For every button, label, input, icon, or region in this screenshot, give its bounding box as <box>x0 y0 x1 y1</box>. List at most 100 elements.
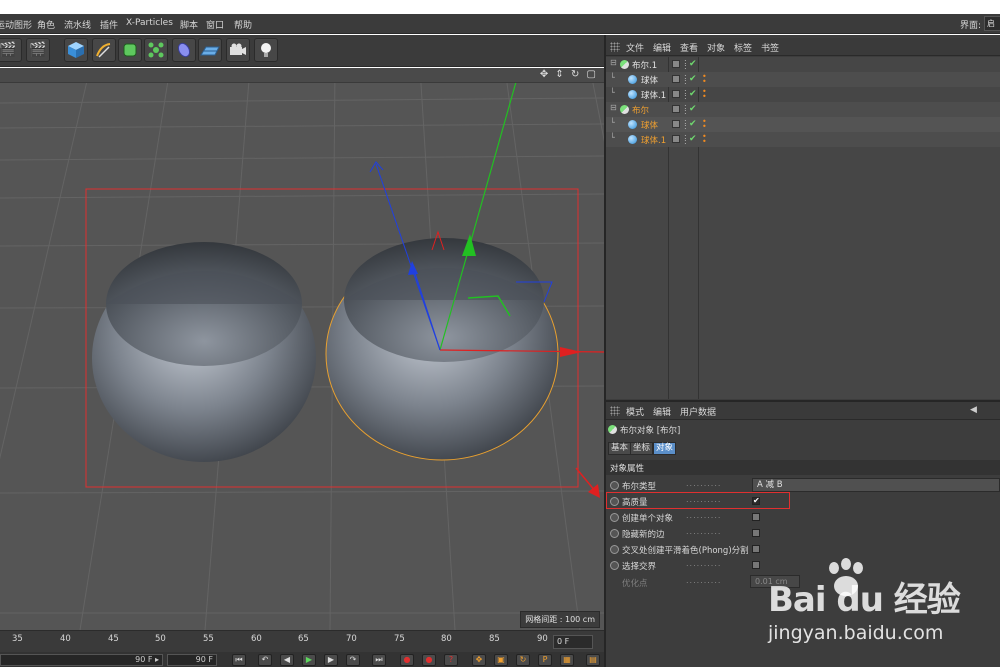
enabled-check-icon[interactable]: ✔ <box>689 119 697 129</box>
menu-x-particles[interactable]: X-Particles <box>126 18 173 28</box>
layer-tag-icon <box>672 75 680 83</box>
visibility-dots-icon[interactable]: :: <box>684 133 687 146</box>
timeline-tick: 45 <box>108 634 119 644</box>
light-bulb-icon[interactable] <box>254 38 278 62</box>
om-menu-bookmarks[interactable]: 书签 <box>761 41 779 54</box>
object-row-bool[interactable]: ⊟ 布尔 :: ✔ <box>606 102 1000 117</box>
tab-coordinates[interactable]: 坐标 <box>630 442 654 455</box>
material-tag-icon[interactable]: • • <box>702 88 707 101</box>
animate-radio-icon[interactable] <box>610 545 619 554</box>
pla-key-icon[interactable]: ▦ <box>560 654 574 666</box>
am-menu-mode[interactable]: 模式 <box>626 405 644 418</box>
step-back-icon[interactable]: ◀ <box>280 654 294 666</box>
pen-spline-icon[interactable] <box>92 38 116 62</box>
floor-plane-icon[interactable] <box>198 38 222 62</box>
max-frame-field[interactable]: 90 F <box>167 654 217 666</box>
rotate-key-icon[interactable]: ↻ <box>516 654 530 666</box>
viewport-navigation-icons[interactable]: ✥ ⇕ ↻ ▢ <box>540 69 598 80</box>
om-menu-edit[interactable]: 编辑 <box>653 41 671 54</box>
enabled-check-icon[interactable]: ✔ <box>689 104 697 114</box>
tab-object[interactable]: 对象 <box>653 442 677 455</box>
move-key-icon[interactable]: ✥ <box>472 654 486 666</box>
menu-script[interactable]: 脚本 <box>180 18 198 31</box>
select-intersection-checkbox[interactable] <box>752 561 760 569</box>
previous-key-icon[interactable]: ↶ <box>258 654 272 666</box>
material-tag-icon[interactable]: • • <box>702 133 707 146</box>
enabled-check-icon[interactable]: ✔ <box>689 74 697 84</box>
animate-radio-icon[interactable] <box>610 513 619 522</box>
om-menu-view[interactable]: 查看 <box>680 41 698 54</box>
object-row-sphere[interactable]: └ 球体 :: ✔ • • <box>606 72 1000 87</box>
current-frame-field[interactable]: 0 F <box>553 635 593 649</box>
deformer-icon[interactable] <box>172 38 196 62</box>
cube-icon[interactable] <box>64 38 88 62</box>
enabled-check-icon[interactable]: ✔ <box>689 134 697 144</box>
menu-pipeline[interactable]: 流水线 <box>64 18 91 31</box>
object-name: 布尔 <box>632 106 650 116</box>
back-arrow-icon[interactable]: ◀ <box>970 405 977 415</box>
hide-new-edges-checkbox[interactable] <box>752 529 760 537</box>
go-to-start-icon[interactable]: ⏮ <box>232 654 246 666</box>
material-tag-icon[interactable]: • • <box>702 73 707 86</box>
create-single-object-checkbox[interactable] <box>752 513 760 521</box>
go-to-end-icon[interactable]: ⏭ <box>372 654 386 666</box>
menu-plugins[interactable]: 插件 <box>100 18 118 31</box>
am-menu-edit[interactable]: 编辑 <box>653 405 671 418</box>
menu-character[interactable]: 角色 <box>37 18 55 31</box>
om-menu-tags[interactable]: 标签 <box>734 41 752 54</box>
visibility-dots-icon[interactable]: :: <box>684 73 687 86</box>
array-cloner-icon[interactable] <box>144 38 168 62</box>
visibility-dots-icon[interactable]: :: <box>684 58 687 71</box>
camera-icon[interactable] <box>226 38 250 62</box>
interface-dropdown[interactable]: 启 <box>984 16 1000 31</box>
enabled-check-icon[interactable]: ✔ <box>689 59 697 69</box>
visibility-dots-icon[interactable]: :: <box>684 118 687 131</box>
menu-window[interactable]: 窗口 <box>206 18 224 31</box>
expand-toggle-icon[interactable]: ⊟ <box>610 58 617 67</box>
visibility-dots-icon[interactable]: :: <box>684 103 687 116</box>
boolean-type-dropdown[interactable]: A 减 B <box>752 478 1000 492</box>
am-menu-user-data[interactable]: 用户数据 <box>680 405 716 418</box>
menu-help[interactable]: 帮助 <box>234 18 252 31</box>
menu-mograph[interactable]: 运动图形 <box>0 18 32 31</box>
phong-break-checkbox[interactable] <box>752 545 760 553</box>
object-row-sphere-selected[interactable]: └ 球体 :: ✔ • • <box>606 117 1000 132</box>
auto-key-icon[interactable]: ● <box>422 654 436 666</box>
keyframe-selection-icon[interactable]: ? <box>444 654 458 666</box>
timeline-window-icon[interactable]: ▤ <box>586 654 600 666</box>
panel-grip-icon[interactable] <box>610 406 620 416</box>
scale-key-icon[interactable]: ▣ <box>494 654 508 666</box>
animate-radio-icon[interactable] <box>610 529 619 538</box>
end-frame-field[interactable]: 90 F ▸ <box>0 654 163 666</box>
step-forward-icon[interactable]: ▶ <box>324 654 338 666</box>
object-row-bool-1[interactable]: ⊟ 布尔.1 :: ✔ <box>606 57 1000 72</box>
object-row-sphere-1[interactable]: └ 球体.1 :: ✔ • • <box>606 87 1000 102</box>
annotation-highlight-box <box>606 492 790 509</box>
timeline-tick: 65 <box>298 634 309 644</box>
watermark-logo-text: Bai du 经验 <box>768 580 961 620</box>
sphere-object-icon <box>628 90 637 99</box>
3d-viewport[interactable]: 网格间距 : 100 cm <box>0 68 604 630</box>
next-key-icon[interactable]: ↷ <box>346 654 360 666</box>
render-active-view-icon[interactable]: 🎬 <box>0 38 22 62</box>
om-menu-file[interactable]: 文件 <box>626 41 644 54</box>
animate-radio-icon[interactable] <box>610 561 619 570</box>
tab-basic[interactable]: 基本 <box>608 442 632 455</box>
play-icon[interactable]: ▶ <box>302 654 316 666</box>
material-tag-icon[interactable]: • • <box>702 118 707 131</box>
section-header: 对象属性 <box>606 460 1000 475</box>
animate-radio-icon[interactable] <box>610 481 619 490</box>
boolean-object-icon <box>608 425 617 434</box>
object-row-sphere-1-selected[interactable]: └ 球体.1 :: ✔ • • <box>606 132 1000 147</box>
record-icon[interactable]: ● <box>400 654 414 666</box>
object-name: 球体.1 <box>641 91 667 101</box>
expand-toggle-icon[interactable]: ⊟ <box>610 103 617 112</box>
param-key-icon[interactable]: P <box>538 654 552 666</box>
visibility-dots-icon[interactable]: :: <box>684 88 687 101</box>
timeline-ruler[interactable]: 35 40 45 50 55 60 65 70 75 80 85 90 0 F <box>0 630 604 652</box>
subdivision-icon[interactable] <box>118 38 142 62</box>
panel-grip-icon[interactable] <box>610 42 620 52</box>
om-menu-object[interactable]: 对象 <box>707 41 725 54</box>
enabled-check-icon[interactable]: ✔ <box>689 89 697 99</box>
render-settings-icon[interactable]: 🎬 <box>26 38 50 62</box>
